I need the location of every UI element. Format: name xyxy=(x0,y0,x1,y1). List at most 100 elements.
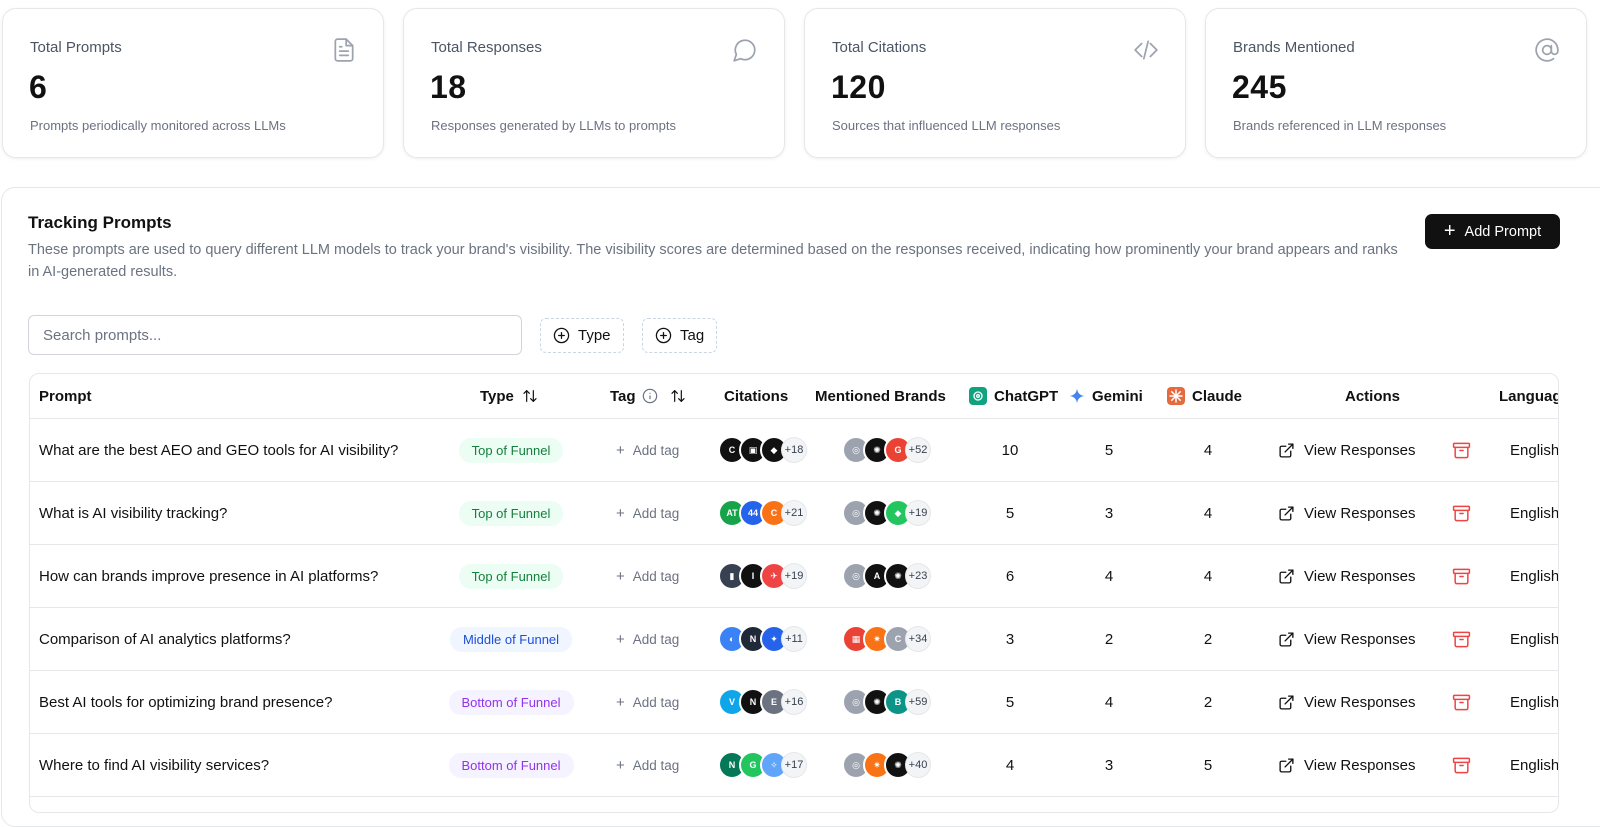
stat-value: 245 xyxy=(1232,69,1287,105)
type-badge: Top of Funnel xyxy=(458,563,564,589)
column-header-mentioned-brands: Mentioned Brands xyxy=(815,374,946,418)
view-responses-button[interactable]: View Responses xyxy=(1278,419,1415,481)
archive-button[interactable] xyxy=(1452,734,1471,796)
table-row: Best AI tools for optimizing brand prese… xyxy=(30,671,1558,734)
stat-description: Brands referenced in LLM responses xyxy=(1233,118,1447,133)
claude-score: 4 xyxy=(1203,441,1213,459)
search-input[interactable] xyxy=(28,315,522,355)
citations-cell: ◐ N ✦ +11 xyxy=(718,608,807,670)
claude-score: 2 xyxy=(1203,693,1213,711)
language-text: English xyxy=(1510,630,1559,648)
brands-avatars[interactable]: ◎ A ✺ +23 xyxy=(842,562,931,590)
more-count-badge[interactable]: +19 xyxy=(905,500,931,526)
brands-avatars[interactable]: ▦ ✷ C +34 xyxy=(842,625,931,653)
more-count-badge[interactable]: +11 xyxy=(781,626,807,652)
view-responses-button[interactable]: View Responses xyxy=(1278,671,1415,733)
more-count-badge[interactable]: +52 xyxy=(905,437,931,463)
plus-icon: + xyxy=(616,630,625,648)
table-row: What are the best AEO and GEO tools for … xyxy=(30,419,1558,482)
add-tag-button[interactable]: + Add tag xyxy=(616,419,679,481)
type-badge: Bottom of Funnel xyxy=(448,752,574,778)
more-count-badge[interactable]: +18 xyxy=(781,437,807,463)
add-tag-label: Add tag xyxy=(632,442,680,458)
view-responses-button[interactable]: View Responses xyxy=(1278,734,1415,796)
stat-value: 18 xyxy=(430,69,467,105)
sort-icon xyxy=(670,390,685,402)
stat-title: Total Responses xyxy=(431,39,542,56)
brands-avatars[interactable]: ◎ ✺ G +52 xyxy=(842,436,931,464)
tag-filter-button[interactable]: Tag xyxy=(642,318,718,353)
column-label: Claude xyxy=(1192,387,1243,405)
prompt-text[interactable]: What is AI visibility tracking? xyxy=(39,482,227,544)
archive-button[interactable] xyxy=(1452,482,1471,544)
more-count-badge[interactable]: +34 xyxy=(905,626,931,652)
more-count-badge[interactable]: +21 xyxy=(781,500,807,526)
prompts-table: Prompt Type Tag Citations Mentioned Bran… xyxy=(29,373,1559,813)
add-tag-label: Add tag xyxy=(632,757,680,773)
brands-cell: ◎ ✺ ◆ +19 xyxy=(842,482,931,544)
view-responses-button[interactable]: View Responses xyxy=(1278,482,1415,544)
prompt-text[interactable]: What are the best AEO and GEO tools for … xyxy=(39,419,398,481)
more-count-badge[interactable]: +17 xyxy=(781,752,807,778)
citations-avatars[interactable]: N G ✧ +17 xyxy=(718,751,807,779)
language-text: English xyxy=(1510,504,1559,522)
add-prompt-label: Add Prompt xyxy=(1464,223,1542,240)
claude-score: 5 xyxy=(1203,756,1213,774)
more-count-badge[interactable]: +40 xyxy=(905,752,931,778)
type-filter-button[interactable]: Type xyxy=(540,318,624,353)
view-responses-button[interactable]: View Responses xyxy=(1278,545,1415,607)
plus-circle-icon xyxy=(655,327,672,344)
prompt-text[interactable]: Comparison of AI analytics platforms? xyxy=(39,608,291,670)
add-tag-button[interactable]: + Add tag xyxy=(616,545,679,607)
brands-cell: ▦ ✷ C +34 xyxy=(842,608,931,670)
table-row: How can brands improve presence in AI pl… xyxy=(30,545,1558,608)
citations-cell: N G ✧ +17 xyxy=(718,734,807,796)
more-count-badge[interactable]: +19 xyxy=(781,563,807,589)
add-tag-button[interactable]: + Add tag xyxy=(616,671,679,733)
add-tag-button[interactable]: + Add tag xyxy=(616,482,679,544)
add-prompt-button[interactable]: + Add Prompt xyxy=(1425,214,1560,249)
archive-button[interactable] xyxy=(1452,545,1471,607)
brands-avatars[interactable]: ◎ ✺ ◆ +19 xyxy=(842,499,931,527)
citations-cell: C ▣ ◆ +18 xyxy=(718,419,807,481)
citations-avatars[interactable]: AT 44 C +21 xyxy=(718,499,807,527)
archive-icon xyxy=(1452,631,1471,647)
column-header-tag[interactable]: Tag xyxy=(610,374,686,418)
add-tag-button[interactable]: + Add tag xyxy=(616,734,679,796)
prompt-text[interactable]: Where to find AI visibility services? xyxy=(39,734,269,796)
gemini-score: 2 xyxy=(1104,630,1114,648)
more-count-badge[interactable]: +59 xyxy=(905,689,931,715)
type-cell: Top of Funnel xyxy=(421,482,601,544)
section-title: Tracking Prompts xyxy=(28,213,172,232)
prompt-text[interactable]: Best AI tools for optimizing brand prese… xyxy=(39,671,333,733)
type-badge: Top of Funnel xyxy=(458,500,564,526)
citations-cell: V N E +16 xyxy=(718,671,807,733)
add-tag-button[interactable]: + Add tag xyxy=(616,608,679,670)
type-cell: Bottom of Funnel xyxy=(421,734,601,796)
brands-avatars[interactable]: ◎ ✺ B +59 xyxy=(842,688,931,716)
claude-score: 4 xyxy=(1203,567,1213,585)
add-tag-label: Add tag xyxy=(632,568,680,584)
gemini-score: 4 xyxy=(1104,693,1114,711)
type-cell: Bottom of Funnel xyxy=(421,671,601,733)
prompt-text[interactable]: How can brands improve presence in AI pl… xyxy=(39,545,378,607)
view-responses-button[interactable]: View Responses xyxy=(1278,608,1415,670)
gemini-icon xyxy=(1068,387,1086,405)
archive-button[interactable] xyxy=(1452,608,1471,670)
plus-icon: + xyxy=(616,693,625,711)
archive-button[interactable] xyxy=(1452,671,1471,733)
column-label: ChatGPT xyxy=(994,387,1059,405)
citations-avatars[interactable]: ◐ N ✦ +11 xyxy=(718,625,807,653)
citations-avatars[interactable]: V N E +16 xyxy=(718,688,807,716)
type-cell: Top of Funnel xyxy=(421,545,601,607)
brands-avatars[interactable]: ◎ ✷ ✺ +40 xyxy=(842,751,931,779)
view-responses-label: View Responses xyxy=(1304,504,1416,522)
column-header-type[interactable]: Type xyxy=(480,374,538,418)
type-badge: Middle of Funnel xyxy=(449,626,573,652)
more-count-badge[interactable]: +23 xyxy=(905,563,931,589)
citations-avatars[interactable]: C ▣ ◆ +18 xyxy=(718,436,807,464)
more-count-badge[interactable]: +16 xyxy=(781,689,807,715)
citations-avatars[interactable]: ▮ I ✈ +19 xyxy=(718,562,807,590)
archive-button[interactable] xyxy=(1452,419,1471,481)
column-label: Gemini xyxy=(1092,387,1143,405)
